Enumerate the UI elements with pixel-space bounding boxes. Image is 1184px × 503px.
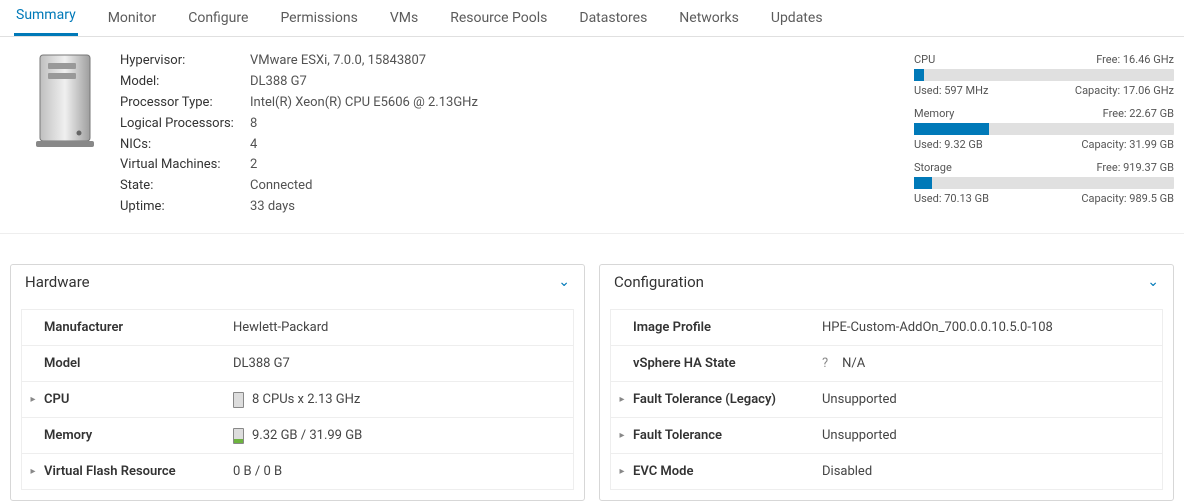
storage-meter-name: Storage	[914, 161, 952, 174]
memory-key: Memory	[44, 422, 229, 449]
chevron-right-icon[interactable]: ▸	[22, 466, 44, 477]
vflash-value: 0 B / 0 B	[229, 458, 573, 485]
tab-vms[interactable]: VMs	[388, 10, 420, 36]
chevron-right-icon[interactable]: ▸	[611, 394, 633, 405]
panels: Hardware ⌄ ▸ Manufacturer Hewlett-Packar…	[0, 234, 1184, 501]
model-label: Model:	[120, 74, 250, 90]
memory-capacity: Capacity: 31.99 GB	[1081, 138, 1174, 151]
hw-model-key: Model	[44, 350, 229, 377]
memory-value: 9.32 GB / 31.99 GB	[252, 428, 362, 443]
tab-permissions[interactable]: Permissions	[278, 10, 359, 36]
uptime-label: Uptime:	[120, 199, 250, 215]
virtual-machines-label: Virtual Machines:	[120, 157, 250, 173]
evc-value: Disabled	[818, 458, 1162, 485]
configuration-title: Configuration	[614, 273, 704, 291]
cpu-bar-fill	[914, 69, 924, 81]
summary-top: Hypervisor: VMware ESXi, 7.0.0, 15843807…	[0, 37, 1184, 234]
manufacturer-value: Hewlett-Packard	[229, 314, 573, 341]
storage-bar-fill	[914, 177, 932, 189]
chevron-right-icon[interactable]: ▸	[611, 430, 633, 441]
image-profile-value: HPE-Custom-AddOn_700.0.0.10.5.0-108	[818, 314, 1162, 341]
manufacturer-key: Manufacturer	[44, 314, 229, 341]
vflash-key: Virtual Flash Resource	[44, 458, 229, 485]
storage-free: Free: 919.37 GB	[1096, 161, 1174, 174]
tabs-bar: Summary Monitor Configure Permissions VM…	[0, 0, 1184, 37]
memory-icon	[233, 428, 244, 444]
question-icon: ?	[822, 356, 828, 371]
storage-meter: Storage Free: 919.37 GB Used: 70.13 GB C…	[914, 161, 1174, 205]
memory-bar	[914, 123, 1174, 135]
tab-updates[interactable]: Updates	[769, 10, 825, 36]
host-details: Hypervisor: VMware ESXi, 7.0.0, 15843807…	[120, 53, 914, 215]
ft-legacy-key: Fault Tolerance (Legacy)	[633, 386, 818, 413]
memory-meter: Memory Free: 22.67 GB Used: 9.32 GB Capa…	[914, 107, 1174, 151]
tab-networks[interactable]: Networks	[677, 10, 741, 36]
storage-used: Used: 70.13 GB	[914, 192, 989, 205]
evc-key: EVC Mode	[633, 458, 818, 485]
storage-bar	[914, 177, 1174, 189]
chevron-right-icon[interactable]: ▸	[611, 466, 633, 477]
model-value: DL388 G7	[250, 74, 914, 90]
memory-used: Used: 9.32 GB	[914, 138, 983, 151]
uptime-value: 33 days	[250, 199, 914, 215]
logical-processors-value: 8	[250, 116, 914, 132]
ha-state-key: vSphere HA State	[633, 350, 818, 377]
chevron-down-icon[interactable]: ⌄	[1147, 274, 1159, 290]
cpu-free: Free: 16.46 GHz	[1096, 53, 1174, 66]
resource-meters: CPU Free: 16.46 GHz Used: 597 MHz Capaci…	[914, 53, 1174, 215]
virtual-machines-value: 2	[250, 157, 914, 173]
logical-processors-label: Logical Processors:	[120, 116, 250, 132]
processor-type-value: Intel(R) Xeon(R) CPU E5606 @ 2.13GHz	[250, 95, 914, 111]
tab-summary[interactable]: Summary	[14, 7, 78, 36]
ft-legacy-value: Unsupported	[818, 386, 1162, 413]
host-server-icon	[34, 53, 96, 149]
memory-free: Free: 22.67 GB	[1103, 107, 1174, 120]
hypervisor-label: Hypervisor:	[120, 53, 250, 69]
chevron-down-icon[interactable]: ⌄	[558, 274, 570, 290]
hardware-panel: Hardware ⌄ ▸ Manufacturer Hewlett-Packar…	[10, 264, 585, 501]
hw-model-value: DL388 G7	[229, 350, 573, 377]
cpu-icon	[233, 392, 244, 408]
state-value: Connected	[250, 178, 914, 194]
tab-datastores[interactable]: Datastores	[577, 10, 649, 36]
cpu-value: 8 CPUs x 2.13 GHz	[252, 392, 360, 407]
cpu-meter-name: CPU	[914, 53, 935, 66]
tab-configure[interactable]: Configure	[186, 10, 250, 36]
nics-value: 4	[250, 137, 914, 153]
hypervisor-value: VMware ESXi, 7.0.0, 15843807	[250, 53, 914, 69]
chevron-right-icon[interactable]: ▸	[22, 394, 44, 405]
ft-key: Fault Tolerance	[633, 422, 818, 449]
host-icon-wrap	[10, 53, 120, 215]
state-label: State:	[120, 178, 250, 194]
memory-bar-fill	[914, 123, 989, 135]
tab-monitor[interactable]: Monitor	[106, 10, 159, 36]
cpu-meter: CPU Free: 16.46 GHz Used: 597 MHz Capaci…	[914, 53, 1174, 97]
configuration-panel: Configuration ⌄ ▸ Image Profile HPE-Cust…	[599, 264, 1174, 501]
hardware-title: Hardware	[25, 273, 90, 291]
storage-capacity: Capacity: 989.5 GB	[1081, 192, 1174, 205]
nics-label: NICs:	[120, 137, 250, 153]
ha-state-value: N/A	[842, 356, 865, 371]
cpu-key: CPU	[44, 386, 229, 413]
ft-value: Unsupported	[818, 422, 1162, 449]
cpu-capacity: Capacity: 17.06 GHz	[1075, 84, 1174, 97]
processor-type-label: Processor Type:	[120, 95, 250, 111]
cpu-bar	[914, 69, 1174, 81]
tab-resource-pools[interactable]: Resource Pools	[448, 10, 549, 36]
memory-meter-name: Memory	[914, 107, 954, 120]
cpu-used: Used: 597 MHz	[914, 84, 988, 97]
image-profile-key: Image Profile	[633, 314, 818, 341]
